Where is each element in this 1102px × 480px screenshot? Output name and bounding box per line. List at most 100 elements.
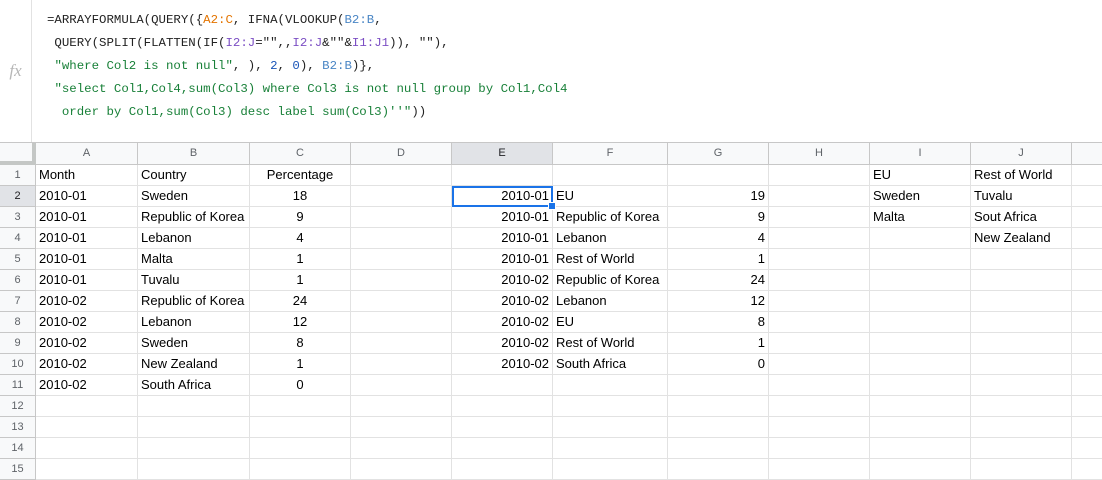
cell-b14[interactable]	[138, 438, 250, 459]
cell-i8[interactable]	[870, 312, 971, 333]
column-header-a[interactable]: A	[36, 143, 138, 165]
cell-g9[interactable]: 1	[668, 333, 769, 354]
cell-g15[interactable]	[668, 459, 769, 480]
cell-k2[interactable]	[1072, 186, 1102, 207]
cell-g6[interactable]: 24	[668, 270, 769, 291]
cell-c11[interactable]: 0	[250, 375, 351, 396]
cell-c4[interactable]: 4	[250, 228, 351, 249]
cell-h3[interactable]	[769, 207, 870, 228]
cell-b5[interactable]: Malta	[138, 249, 250, 270]
cell-b3[interactable]: Republic of Korea	[138, 207, 250, 228]
cell-a15[interactable]	[36, 459, 138, 480]
row-header[interactable]: 2	[0, 186, 36, 207]
cell-d6[interactable]	[351, 270, 452, 291]
cell-i15[interactable]	[870, 459, 971, 480]
cell-f10[interactable]: South Africa	[553, 354, 668, 375]
cell-c5[interactable]: 1	[250, 249, 351, 270]
cell-a10[interactable]: 2010-02	[36, 354, 138, 375]
cell-d15[interactable]	[351, 459, 452, 480]
cell-g8[interactable]: 8	[668, 312, 769, 333]
cell-h13[interactable]	[769, 417, 870, 438]
cell-k1[interactable]	[1072, 165, 1102, 186]
row-header[interactable]: 9	[0, 333, 36, 354]
cell-k10[interactable]	[1072, 354, 1102, 375]
cell-b1[interactable]: Country	[138, 165, 250, 186]
cell-i4[interactable]	[870, 228, 971, 249]
cell-j12[interactable]	[971, 396, 1072, 417]
cell-e5[interactable]: 2010-01	[452, 249, 553, 270]
cell-i9[interactable]	[870, 333, 971, 354]
cell-c14[interactable]	[250, 438, 351, 459]
cell-e2[interactable]: 2010-01	[452, 186, 556, 210]
cell-j9[interactable]	[971, 333, 1072, 354]
cell-b11[interactable]: South Africa	[138, 375, 250, 396]
column-header-j[interactable]: J	[971, 143, 1072, 165]
cell-h1[interactable]	[769, 165, 870, 186]
column-header-i[interactable]: I	[870, 143, 971, 165]
cell-d10[interactable]	[351, 354, 452, 375]
cell-i11[interactable]	[870, 375, 971, 396]
cell-d12[interactable]	[351, 396, 452, 417]
column-header-f[interactable]: F	[553, 143, 668, 165]
cell-i12[interactable]	[870, 396, 971, 417]
row-header[interactable]: 1	[0, 165, 36, 186]
cell-e9[interactable]: 2010-02	[452, 333, 553, 354]
cell-e8[interactable]: 2010-02	[452, 312, 553, 333]
cell-b2[interactable]: Sweden	[138, 186, 250, 207]
cell-b9[interactable]: Sweden	[138, 333, 250, 354]
cell-k11[interactable]	[1072, 375, 1102, 396]
cell-j2[interactable]: Tuvalu	[971, 186, 1072, 207]
cell-f12[interactable]	[553, 396, 668, 417]
cell-g4[interactable]: 4	[668, 228, 769, 249]
row-header[interactable]: 12	[0, 396, 36, 417]
cell-a13[interactable]	[36, 417, 138, 438]
cell-k13[interactable]	[1072, 417, 1102, 438]
cell-k14[interactable]	[1072, 438, 1102, 459]
cell-c7[interactable]: 24	[250, 291, 351, 312]
cell-f13[interactable]	[553, 417, 668, 438]
cell-a5[interactable]: 2010-01	[36, 249, 138, 270]
cell-g2[interactable]: 19	[668, 186, 769, 207]
cell-a14[interactable]	[36, 438, 138, 459]
cell-j11[interactable]	[971, 375, 1072, 396]
cell-k9[interactable]	[1072, 333, 1102, 354]
cell-j14[interactable]	[971, 438, 1072, 459]
column-header-h[interactable]: H	[769, 143, 870, 165]
cell-d4[interactable]	[351, 228, 452, 249]
row-header[interactable]: 3	[0, 207, 36, 228]
cell-d2[interactable]	[351, 186, 452, 207]
cell-g12[interactable]	[668, 396, 769, 417]
row-header[interactable]: 13	[0, 417, 36, 438]
cell-c13[interactable]	[250, 417, 351, 438]
cell-d8[interactable]	[351, 312, 452, 333]
cell-d3[interactable]	[351, 207, 452, 228]
row-header[interactable]: 7	[0, 291, 36, 312]
row-header[interactable]: 6	[0, 270, 36, 291]
cell-k12[interactable]	[1072, 396, 1102, 417]
cell-h10[interactable]	[769, 354, 870, 375]
cell-f15[interactable]	[553, 459, 668, 480]
cell-a3[interactable]: 2010-01	[36, 207, 138, 228]
column-header-b[interactable]: B	[138, 143, 250, 165]
cell-a1[interactable]: Month	[36, 165, 138, 186]
cell-b12[interactable]	[138, 396, 250, 417]
column-header-c[interactable]: C	[250, 143, 351, 165]
cell-c2[interactable]: 18	[250, 186, 351, 207]
cell-b15[interactable]	[138, 459, 250, 480]
cell-h14[interactable]	[769, 438, 870, 459]
cell-h5[interactable]	[769, 249, 870, 270]
cell-k8[interactable]	[1072, 312, 1102, 333]
cell-h8[interactable]	[769, 312, 870, 333]
cell-j3[interactable]: Sout Africa	[971, 207, 1072, 228]
cell-b10[interactable]: New Zealand	[138, 354, 250, 375]
cell-g5[interactable]: 1	[668, 249, 769, 270]
cell-f11[interactable]	[553, 375, 668, 396]
cell-j8[interactable]	[971, 312, 1072, 333]
cell-h2[interactable]	[769, 186, 870, 207]
cell-j6[interactable]	[971, 270, 1072, 291]
row-header[interactable]: 10	[0, 354, 36, 375]
cell-h6[interactable]	[769, 270, 870, 291]
cell-e12[interactable]	[452, 396, 553, 417]
cell-f1[interactable]	[553, 165, 668, 186]
cell-e1[interactable]	[452, 165, 553, 186]
